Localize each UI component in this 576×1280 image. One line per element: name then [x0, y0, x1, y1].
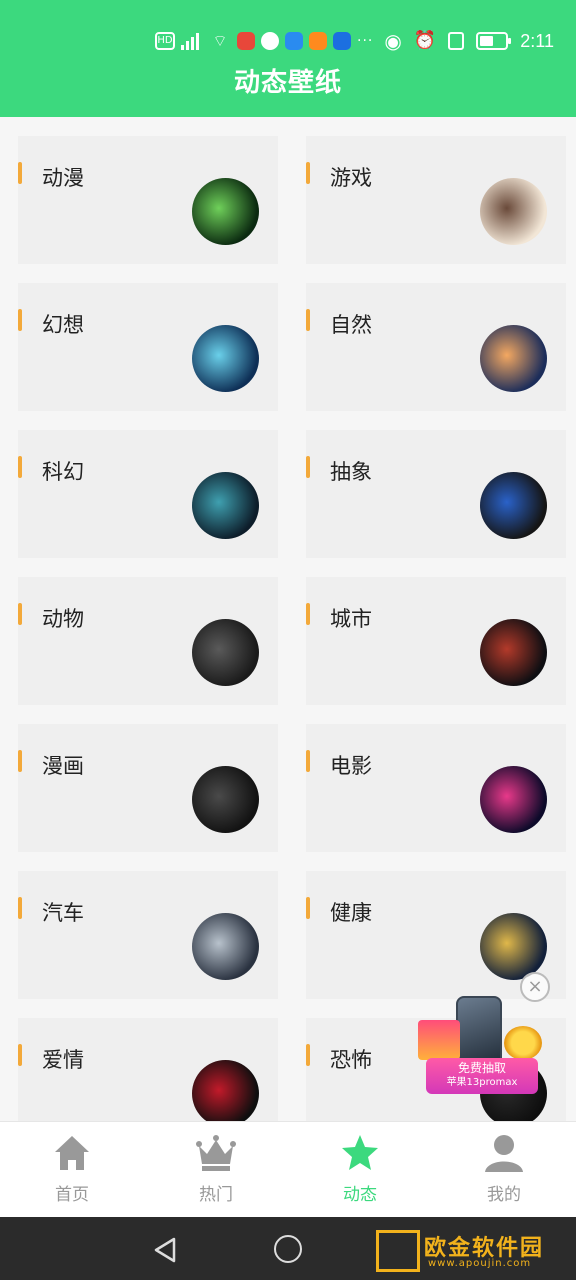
category-card[interactable]: 爱情 [18, 1018, 278, 1121]
app-notification-icon-4 [309, 32, 327, 50]
accent-bar [306, 1044, 310, 1066]
category-card[interactable]: 自然 [306, 283, 566, 411]
nav-home-label: 首页 [55, 1185, 89, 1205]
nav-hot-label: 热门 [199, 1185, 233, 1205]
back-icon[interactable] [150, 1235, 180, 1269]
promo-title: 免费抽取 [457, 1061, 506, 1075]
accent-bar [306, 603, 310, 625]
category-label: 恐怖 [330, 1048, 372, 1072]
nav-dynamic[interactable]: 动态 [288, 1132, 432, 1205]
star-icon [339, 1132, 381, 1174]
category-card[interactable]: 动物 [18, 577, 278, 705]
nav-dynamic-label: 动态 [343, 1185, 377, 1205]
category-card[interactable]: 漫画 [18, 724, 278, 852]
app-notification-icon-5 [333, 32, 351, 50]
category-label: 幻想 [42, 313, 84, 337]
category-thumbnail [192, 1060, 259, 1121]
category-thumbnail [192, 766, 259, 833]
coins-icon [504, 1026, 542, 1060]
category-card[interactable]: 城市 [306, 577, 566, 705]
category-label: 科幻 [42, 460, 84, 484]
category-card[interactable]: 动漫 [18, 136, 278, 264]
category-thumbnail [192, 325, 259, 392]
app-notification-icon-1 [237, 32, 255, 50]
accent-bar [18, 897, 22, 919]
accent-bar [18, 603, 22, 625]
category-card[interactable]: 汽车 [18, 871, 278, 999]
app-notification-icon-3 [285, 32, 303, 50]
status-left-icons: HD ⌔ ··· [155, 32, 373, 50]
accent-bar [18, 309, 22, 331]
category-thumbnail [192, 913, 259, 980]
home-icon [51, 1132, 93, 1174]
nav-mine-label: 我的 [487, 1185, 521, 1205]
close-icon[interactable]: × [520, 972, 550, 1002]
watermark-icon [376, 1230, 420, 1272]
category-label: 动漫 [42, 166, 84, 190]
category-label: 游戏 [330, 166, 372, 190]
alarm-icon: ⏰ [413, 30, 437, 51]
category-card[interactable]: 幻想 [18, 283, 278, 411]
category-thumbnail [480, 325, 547, 392]
nav-mine[interactable]: 我的 [432, 1132, 576, 1205]
eye-comfort-icon: ◉ [384, 29, 402, 53]
crown-icon [195, 1132, 237, 1174]
vibrate-icon [448, 32, 465, 50]
wifi-icon: ⌔ [212, 31, 228, 50]
accent-bar [18, 456, 22, 478]
category-label: 抽象 [330, 460, 372, 484]
category-label: 漫画 [42, 754, 84, 778]
watermark-logo: 欧金软件园 www.apoujin.com [376, 1228, 572, 1274]
category-label: 汽车 [42, 901, 84, 925]
accent-bar [306, 750, 310, 772]
watermark-url: www.apoujin.com [428, 1258, 532, 1269]
accent-bar [306, 162, 310, 184]
accent-bar [18, 750, 22, 772]
category-card[interactable]: 游戏 [306, 136, 566, 264]
promo-subtitle: 苹果13promax [446, 1077, 518, 1088]
accent-bar [306, 309, 310, 331]
page-title: 动态壁纸 [233, 68, 342, 98]
more-notifications-icon: ··· [357, 33, 374, 49]
promo-floating-ad[interactable]: 免费抽取 苹果13promax × [410, 972, 550, 1096]
battery-icon [476, 32, 512, 50]
app-notification-icon-2 [261, 32, 279, 50]
accent-bar [18, 162, 22, 184]
category-label: 电影 [330, 754, 372, 778]
nav-home[interactable]: 首页 [0, 1132, 144, 1205]
home-button-icon[interactable] [274, 1235, 302, 1263]
category-thumbnail [480, 178, 547, 245]
category-label: 爱情 [42, 1048, 84, 1072]
app-header: HD ⌔ ··· ◉ ⏰ 2:11 动态壁纸 [0, 0, 576, 117]
promo-banner[interactable]: 免费抽取 苹果13promax [426, 1058, 538, 1094]
category-label: 城市 [330, 607, 372, 631]
accent-bar [306, 897, 310, 919]
accent-bar [18, 1044, 22, 1066]
category-thumbnail [192, 472, 259, 539]
category-thumbnail [480, 913, 547, 980]
gift-icon [418, 1020, 460, 1060]
signal-icon [181, 32, 203, 50]
category-thumbnail [192, 619, 259, 686]
status-time: 2:11 [520, 30, 554, 51]
nav-hot[interactable]: 热门 [144, 1132, 288, 1205]
category-thumbnail [480, 472, 547, 539]
category-label: 健康 [330, 901, 372, 925]
category-card[interactable]: 抽象 [306, 430, 566, 558]
hd-icon: HD [155, 32, 175, 50]
category-card[interactable]: 科幻 [18, 430, 278, 558]
category-card[interactable]: 电影 [306, 724, 566, 852]
category-thumbnail [192, 178, 259, 245]
category-thumbnail [480, 619, 547, 686]
category-grid: 动漫 游戏幻想 自然科幻 抽象动物 城市漫画 电影汽车 健康爱情 恐怖 [0, 117, 576, 1121]
bottom-nav: 首页 热门 动态 我的 [0, 1121, 576, 1217]
status-bar: HD ⌔ ··· ◉ ⏰ 2:11 [0, 28, 576, 58]
category-thumbnail [480, 766, 547, 833]
accent-bar [306, 456, 310, 478]
user-icon [483, 1132, 525, 1174]
category-label: 动物 [42, 607, 84, 631]
category-label: 自然 [330, 313, 372, 337]
status-right-icons: ◉ ⏰ 2:11 [384, 30, 554, 52]
